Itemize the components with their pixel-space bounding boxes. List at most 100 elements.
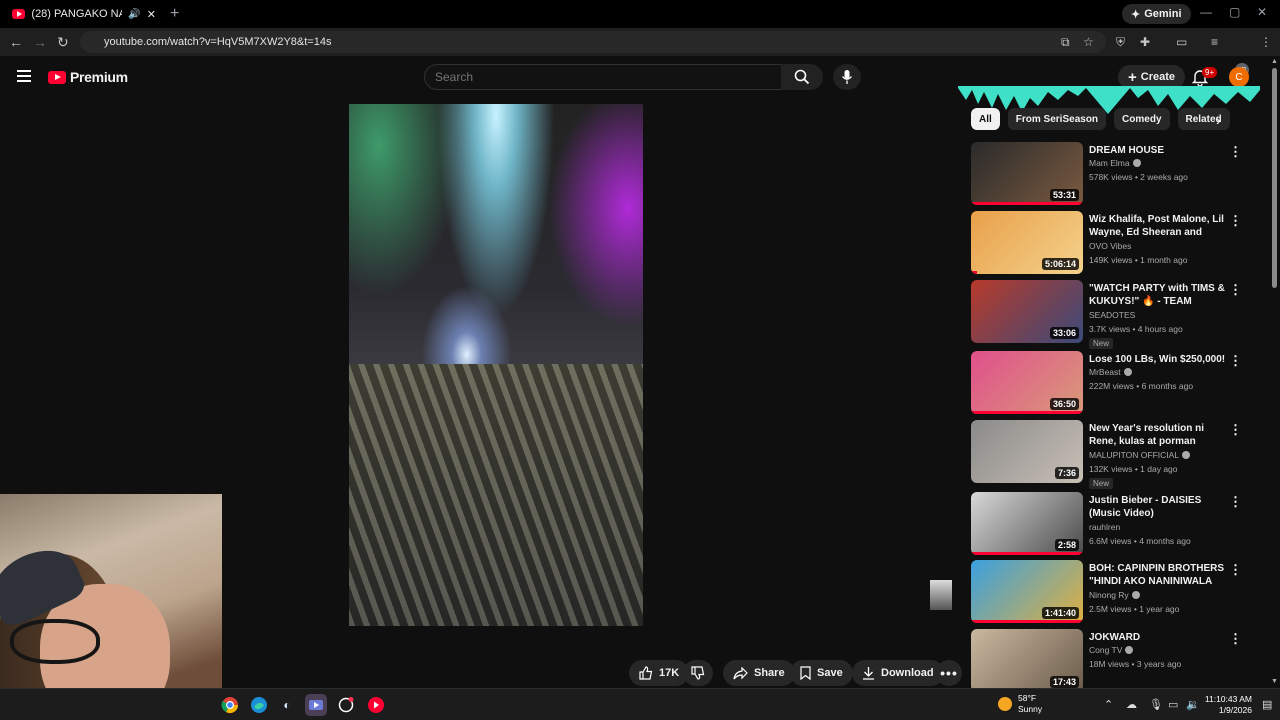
- video-thumbnail[interactable]: 7:36: [971, 420, 1083, 483]
- chip-0[interactable]: All: [971, 108, 1000, 130]
- video-thumbnail[interactable]: 53:31: [971, 142, 1083, 205]
- microphone-tray-icon[interactable]: 🎙: [1149, 698, 1163, 711]
- recommendation-item[interactable]: 7:36 New Year's resolution ni Rene, kulas…: [971, 420, 1256, 489]
- more-vertical-icon[interactable]: ⋮: [1229, 282, 1242, 298]
- weather-widget[interactable]: 58°F Sunny: [998, 693, 1042, 715]
- channel-name[interactable]: Cong TV: [1089, 645, 1134, 655]
- recommendation-item[interactable]: 53:31 DREAM HOUSE Mam Elma 578K views • 2 w…: [971, 142, 1256, 206]
- more-vertical-icon[interactable]: ⋮: [1229, 144, 1242, 160]
- minimize-icon[interactable]: —: [1200, 5, 1212, 19]
- recommendation-item[interactable]: 17:43 JOKWARD Cong TV 18M views • 3 years a…: [971, 629, 1256, 693]
- video-title[interactable]: Justin Bieber - DAISIES (Music Video): [1089, 494, 1227, 520]
- notification-center-icon[interactable]: ▤: [1262, 698, 1272, 711]
- video-title[interactable]: New Year's resolution ni Rene, kulas at …: [1089, 422, 1227, 448]
- chip-2[interactable]: Comedy: [1114, 108, 1170, 130]
- speaker-icon[interactable]: 🔊: [128, 9, 140, 20]
- more-actions-button[interactable]: •••: [936, 660, 962, 686]
- chip-3[interactable]: Related: [1177, 108, 1230, 130]
- system-clock[interactable]: 11:10:43 AM 1/9/2026: [1202, 694, 1252, 716]
- video-title[interactable]: Wiz Khalifa, Post Malone, Lil Wayne, Ed …: [1089, 213, 1227, 240]
- video-thumbnail[interactable]: 1:41:40: [971, 560, 1083, 623]
- cast-icon[interactable]: ▭: [1176, 35, 1187, 49]
- back-icon[interactable]: ←: [9, 34, 23, 50]
- steam-icon[interactable]: ◐: [276, 694, 298, 716]
- download-button[interactable]: Download: [852, 660, 944, 686]
- shield-extension-icon[interactable]: ⛨: [1116, 35, 1125, 50]
- channel-name[interactable]: SEADOTES: [1089, 310, 1135, 320]
- browser-menu-icon[interactable]: ⋮: [1260, 35, 1272, 49]
- more-vertical-icon[interactable]: ⋮: [1229, 494, 1242, 510]
- scrollbar-thumb[interactable]: [1272, 68, 1277, 288]
- recommendation-item[interactable]: 5:06:14 Wiz Khalifa, Post Malone, Lil Way…: [971, 211, 1256, 275]
- search-button[interactable]: [781, 64, 823, 90]
- save-button[interactable]: Save: [790, 660, 853, 686]
- search-box[interactable]: [424, 64, 782, 90]
- media-control-icon[interactable]: ≡: [1211, 35, 1218, 49]
- close-tab-icon[interactable]: ✕: [147, 8, 156, 21]
- youtube-app-icon[interactable]: [365, 694, 387, 716]
- webcam-overlay: [0, 494, 222, 720]
- more-vertical-icon[interactable]: ⋮: [1229, 213, 1242, 229]
- scroll-up-icon[interactable]: ▲: [1271, 58, 1278, 65]
- video-thumbnail[interactable]: 33:06: [971, 280, 1083, 343]
- video-thumbnail[interactable]: 36:50: [971, 351, 1083, 414]
- recommendation-item[interactable]: 33:06 "WATCH PARTY with TIMS & KUKUYS!" 🔥…: [971, 280, 1256, 349]
- more-vertical-icon[interactable]: ⋮: [1229, 562, 1242, 578]
- user-avatar[interactable]: C: [1229, 67, 1249, 87]
- install-app-icon[interactable]: ⧉: [1061, 35, 1070, 50]
- volume-icon[interactable]: 🔉: [1186, 698, 1200, 711]
- plus-icon: +: [1128, 68, 1137, 86]
- browser-tab[interactable]: (28) PANGAKO NA CELLPHO 🔊 ✕: [6, 3, 162, 25]
- video-thumbnail[interactable]: 2:58: [971, 492, 1083, 555]
- video-title[interactable]: "WATCH PARTY with TIMS & KUKUYS!" 🔥 - TE…: [1089, 282, 1227, 309]
- more-vertical-icon[interactable]: ⋮: [1229, 422, 1242, 438]
- maximize-icon[interactable]: ▢: [1229, 5, 1240, 19]
- extensions-icon[interactable]: ✚: [1140, 35, 1150, 49]
- network-icon[interactable]: ▭: [1168, 698, 1178, 711]
- video-player[interactable]: [349, 104, 643, 626]
- url-bar[interactable]: youtube.com/watch?v=HqV5M7XW2Y8&t=14s: [80, 31, 1106, 53]
- share-button[interactable]: Share: [723, 660, 795, 686]
- like-button[interactable]: 17K: [629, 660, 690, 686]
- channel-name[interactable]: MrBeast: [1089, 367, 1132, 377]
- video-title[interactable]: Lose 100 LBs, Win $250,000!: [1089, 353, 1227, 366]
- scrollbar[interactable]: ▲ ▼: [1271, 58, 1278, 688]
- youtube-logo[interactable]: Premium: [48, 69, 128, 85]
- video-thumbnail[interactable]: 17:43: [971, 629, 1083, 692]
- video-thumbnail[interactable]: 5:06:14: [971, 211, 1083, 274]
- new-tab-icon[interactable]: +: [170, 5, 179, 23]
- bookmark-star-icon[interactable]: ☆: [1083, 35, 1094, 49]
- chrome-icon[interactable]: [219, 694, 241, 716]
- ai-app-icon[interactable]: [335, 694, 357, 716]
- chip-1[interactable]: From SeriSeason: [1007, 108, 1107, 130]
- chevron-right-icon[interactable]: ›: [1216, 112, 1221, 128]
- channel-name[interactable]: rauhlren: [1089, 522, 1120, 532]
- forward-icon[interactable]: →: [33, 34, 47, 50]
- channel-name[interactable]: Ninong Ry: [1089, 590, 1140, 600]
- voice-search-button[interactable]: [833, 64, 861, 90]
- recommendation-item[interactable]: 36:50 Lose 100 LBs, Win $250,000! MrBeast 2…: [971, 351, 1256, 415]
- channel-name[interactable]: Mam Elma: [1089, 158, 1141, 168]
- chevron-up-icon[interactable]: ⌃: [1104, 698, 1113, 711]
- edge-icon[interactable]: [248, 694, 270, 716]
- dislike-button[interactable]: [683, 660, 713, 686]
- small-thumbnail[interactable]: [930, 580, 952, 610]
- gemini-button[interactable]: ✦ Gemini: [1122, 4, 1191, 24]
- recommendation-item[interactable]: 1:41:40 BOH: CAPINPIN BROTHERS "HINDI AKO…: [971, 560, 1256, 624]
- more-vertical-icon[interactable]: ⋮: [1229, 353, 1242, 369]
- more-vertical-icon[interactable]: ⋮: [1229, 631, 1242, 647]
- media-app-icon[interactable]: [305, 694, 327, 716]
- search-input[interactable]: [435, 70, 781, 84]
- sparkle-icon: ✦: [1131, 8, 1141, 21]
- channel-name[interactable]: MALUPITON OFFICIAL: [1089, 450, 1191, 460]
- close-window-icon[interactable]: ✕: [1257, 5, 1267, 19]
- scroll-down-icon[interactable]: ▼: [1271, 678, 1278, 685]
- video-title[interactable]: BOH: CAPINPIN BROTHERS "HINDI AKO NANINI…: [1089, 562, 1227, 589]
- channel-name[interactable]: OVO Vibes: [1089, 241, 1131, 251]
- video-title[interactable]: DREAM HOUSE: [1089, 144, 1227, 157]
- video-title[interactable]: JOKWARD: [1089, 631, 1227, 644]
- cloud-icon[interactable]: ☁: [1126, 698, 1137, 711]
- hamburger-menu-icon[interactable]: [17, 70, 31, 85]
- reload-icon[interactable]: ↻: [57, 34, 69, 51]
- recommendation-item[interactable]: 2:58 Justin Bieber - DAISIES (Music Video…: [971, 492, 1256, 556]
